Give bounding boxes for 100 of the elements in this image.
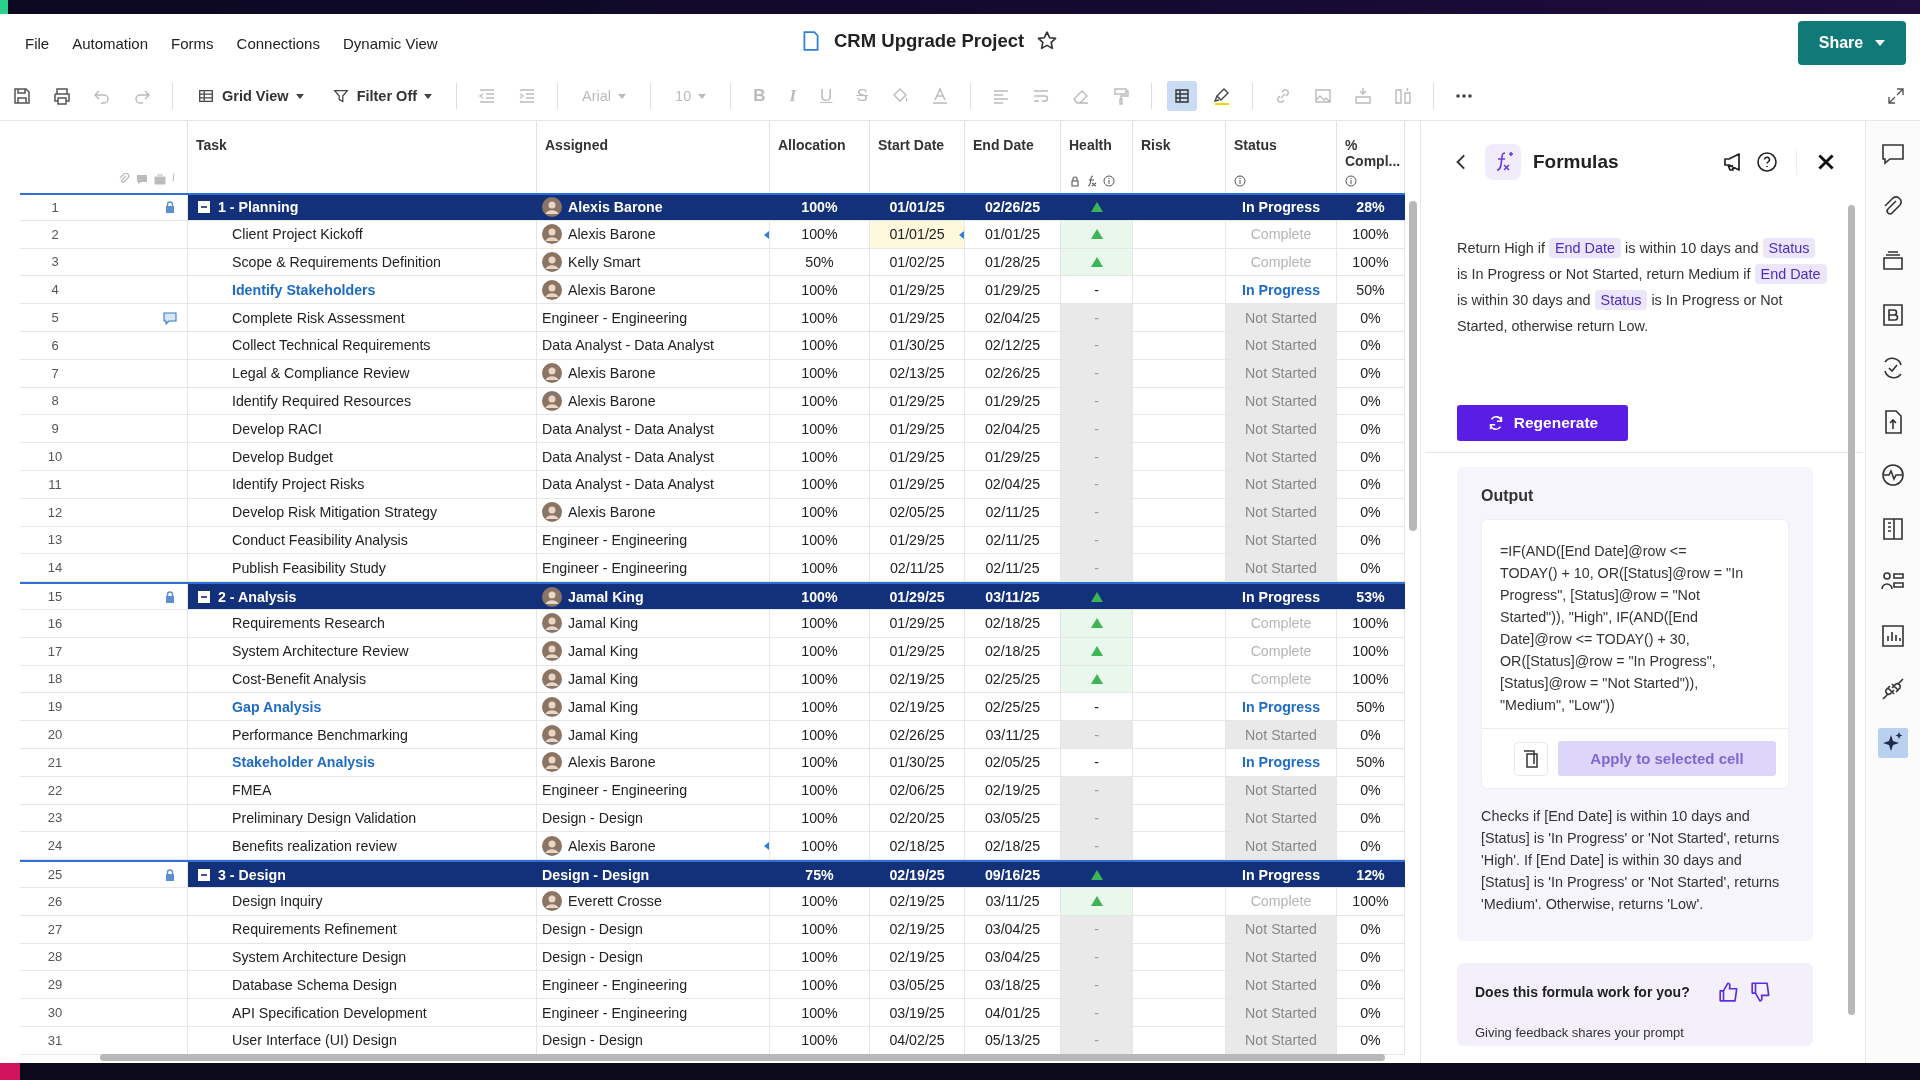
- column-header[interactable]: Status: [1234, 137, 1328, 153]
- regenerate-button[interactable]: Regenerate: [1457, 405, 1628, 441]
- scrollbar[interactable]: [100, 1054, 1385, 1061]
- row-number: 13: [46, 532, 64, 548]
- table-cell: In Progress: [1226, 195, 1337, 220]
- row-number: 3: [50, 254, 60, 270]
- collapse-icon[interactable]: [198, 201, 210, 214]
- task-name: Develop Risk Mitigation Strategy: [232, 504, 438, 521]
- assignee-name: Alexis Barone: [568, 504, 656, 521]
- table-cell: 100%: [770, 776, 870, 804]
- row-number: 6: [50, 337, 60, 353]
- collapse-icon[interactable]: [198, 868, 210, 881]
- assignee-name: Jamal King: [568, 643, 639, 660]
- menu-item[interactable]: Dynamic View: [342, 34, 438, 52]
- table-cell: In Progress: [1226, 748, 1337, 776]
- table-cell: 02/25/25: [965, 693, 1061, 721]
- task-name: Legal & Compliance Review: [232, 365, 410, 382]
- row-number: 24: [46, 838, 64, 854]
- lock-icon: [1069, 175, 1081, 187]
- table-cell: Complete: [1226, 887, 1337, 915]
- table-cell: 100%: [770, 304, 870, 331]
- table-cell: 100%: [770, 943, 870, 971]
- table-cell: 01/29/25: [870, 584, 965, 609]
- table-cell: 01/29/25: [870, 276, 965, 304]
- print-icon[interactable]: [52, 86, 72, 106]
- scrollbar[interactable]: [1409, 201, 1417, 531]
- table-cell: Not Started: [1226, 554, 1337, 582]
- task-name: 2 - Analysis: [218, 588, 297, 605]
- column-header[interactable]: Risk: [1141, 137, 1217, 153]
- grid-icon[interactable]: [1166, 81, 1197, 111]
- table-cell: In Progress: [1226, 862, 1337, 887]
- table-cell: 0%: [1337, 1026, 1405, 1054]
- table-cell: 0%: [1337, 971, 1405, 999]
- view-menu[interactable]: Grid View: [193, 87, 308, 105]
- collapse-icon[interactable]: [198, 590, 210, 603]
- assignee-name: Jamal King: [568, 670, 639, 687]
- table-cell: 0%: [1337, 332, 1405, 359]
- task-name: Collect Technical Requirements: [232, 337, 431, 354]
- column-header[interactable]: Start Date: [878, 137, 956, 153]
- thumbs-up-icon[interactable]: [1717, 981, 1740, 1003]
- highlighter-icon[interactable]: [1211, 86, 1232, 106]
- save-icon[interactable]: [12, 86, 32, 106]
- table-cell: 100%: [770, 526, 870, 554]
- column-header[interactable]: Assigned: [545, 137, 761, 153]
- assignee-name: Engineer - Engineering: [542, 309, 688, 326]
- caret-icon: [698, 93, 707, 99]
- table-cell: 01/29/25: [870, 304, 965, 331]
- column-header[interactable]: Task: [196, 137, 528, 153]
- row-number: 11: [47, 476, 63, 492]
- help-icon[interactable]: [1756, 151, 1778, 173]
- caret-icon: [618, 93, 627, 99]
- task-name: Client Project Kickoff: [232, 226, 363, 243]
- assignee-name: Design - Design: [542, 866, 650, 883]
- menu-item[interactable]: Connections: [236, 34, 320, 52]
- column-header[interactable]: End Date: [973, 137, 1052, 153]
- caret-icon: [295, 93, 304, 99]
- table-cell: 0%: [1337, 415, 1405, 443]
- close-icon[interactable]: [1815, 151, 1837, 173]
- table-cell: 100%: [770, 693, 870, 721]
- task-name: Preliminary Design Validation: [232, 809, 417, 826]
- table-cell: 75%: [770, 862, 870, 887]
- table-cell: 100%: [770, 359, 870, 387]
- table-cell: 100%: [770, 721, 870, 748]
- table-cell: Not Started: [1226, 443, 1337, 470]
- column-header[interactable]: Allocation: [778, 137, 861, 153]
- thumbs-down-icon[interactable]: [1749, 981, 1772, 1003]
- menu-item[interactable]: Forms: [171, 34, 214, 52]
- filter-menu[interactable]: Filter Off: [327, 87, 437, 105]
- share-button[interactable]: Share: [1798, 21, 1906, 65]
- table-cell: 100%: [770, 609, 870, 637]
- table-cell: 09/16/25: [965, 862, 1061, 887]
- table-cell: 100%: [770, 832, 870, 860]
- expand-icon[interactable]: [1886, 86, 1906, 106]
- task-name: Scope & Requirements Definition: [232, 254, 441, 270]
- copy-icon[interactable]: [1514, 741, 1548, 776]
- column-header[interactable]: Health: [1069, 137, 1124, 153]
- sparkle-icon[interactable]: [1878, 727, 1908, 758]
- table-cell: 01/29/25: [965, 276, 1061, 304]
- comment-icon[interactable]: [163, 310, 177, 325]
- task-name: Design Inquiry: [232, 893, 323, 910]
- task-name: Identify Stakeholders: [232, 281, 376, 298]
- menu-item[interactable]: Automation: [72, 34, 149, 52]
- table-cell: -: [1061, 554, 1133, 582]
- table-cell: In Progress: [1226, 693, 1337, 721]
- scrollbar[interactable]: [1848, 205, 1855, 1015]
- table-cell: Not Started: [1226, 332, 1337, 359]
- table-cell: In Progress: [1226, 276, 1337, 304]
- table-cell: 100%: [770, 387, 870, 415]
- sheet-title: CRM Upgrade Project: [834, 30, 1025, 52]
- assignee-name: Alexis Barone: [568, 199, 663, 216]
- table-cell: 02/18/25: [870, 832, 965, 860]
- table-cell: Not Started: [1226, 832, 1337, 860]
- table-cell: 01/29/25: [870, 443, 965, 470]
- star-icon[interactable]: [1036, 30, 1059, 52]
- table-cell: 01/02/25: [870, 248, 965, 276]
- attachment-icon: [117, 173, 130, 185]
- table-cell: Not Started: [1226, 943, 1337, 971]
- table-cell: Complete: [1226, 637, 1337, 665]
- menu-item[interactable]: File: [25, 34, 50, 52]
- assignee-name: Engineer - Engineering: [542, 976, 688, 993]
